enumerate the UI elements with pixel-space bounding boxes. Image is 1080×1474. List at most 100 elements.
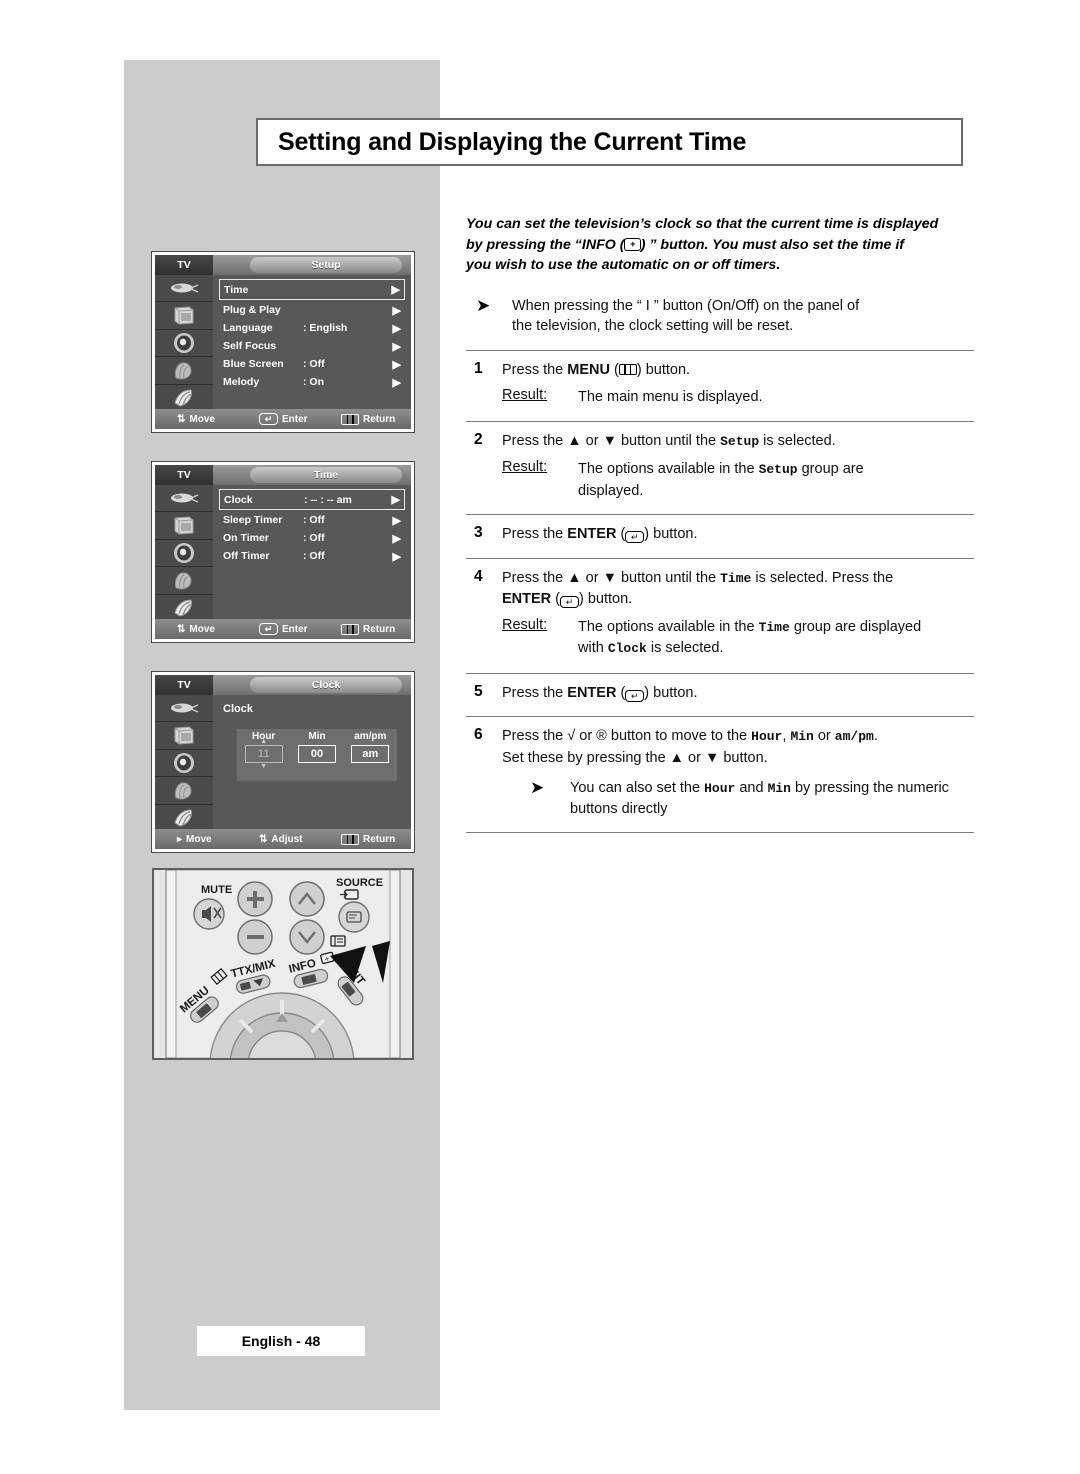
chevron-right-icon: ▶ [391,284,400,296]
osd-row-plug-and-play[interactable]: Plug & Play ▶ [219,301,405,319]
page-title-box: Setting and Displaying the Current Time [256,118,963,166]
enter-key-icon: ↵ [259,623,278,635]
osd-row-time[interactable]: Time ▶ [219,279,405,300]
picture-icon[interactable] [155,275,213,303]
osd-row-blue-screen[interactable]: Blue Screen : Off ▶ [219,355,405,373]
osd-row-label: Language [223,322,273,334]
osd-row-label: Off Timer [223,550,270,562]
clock-ampm-cell[interactable]: am [344,745,397,763]
footer-adjust-label: Adjust [271,833,303,845]
clock-setting-panel: Hour Min am/pm ▲ 11 ▼ 00 am [237,729,397,781]
osd-row-label: Time [224,283,249,296]
enter-key-icon: ↵ [259,413,278,425]
osd-clock-content: Clock Hour Min am/pm ▲ 11 ▼ 00 am [213,695,411,832]
pages-icon[interactable] [155,595,213,623]
footer-enter: ↵ Enter [259,623,341,635]
osd-row-sleep-timer[interactable]: Sleep Timer : Off ▶ [219,511,405,529]
osd-row-value: : Off [303,550,325,562]
hand-icon[interactable] [155,357,213,385]
osd-row-on-timer[interactable]: On Timer : Off ▶ [219,529,405,547]
result-text: The main menu is displayed. [578,389,763,405]
tv-box-icon[interactable] [155,512,213,540]
footer-return-label: Return [363,833,396,845]
speaker-icon[interactable] [155,750,213,778]
menu-key-icon [618,363,637,375]
osd-row-language[interactable]: Language : English ▶ [219,319,405,337]
hour-value[interactable]: 11 [244,745,283,763]
step-text: Press the ▲ or ▼ button until the Setup … [502,431,974,453]
pages-icon[interactable] [155,385,213,413]
footer-move-label: Move [189,623,215,635]
osd-clock-footer: ▸ Move ⇅ Adjust Return [155,829,411,849]
clock-hour-cell[interactable]: ▲ 11 ▼ [237,738,290,770]
pages-icon[interactable] [155,805,213,833]
enter-key-icon: ↵ [625,531,645,543]
tv-box-icon[interactable] [155,302,213,330]
intro-line-3: you wish to use the automatic on or off … [466,257,781,273]
step-6-note-text: You can also set the Hour and Min by pre… [570,778,949,819]
step-text-mid: ( [551,591,561,607]
osd-row-self-focus[interactable]: Self Focus ▶ [219,337,405,355]
osd-clock-topbar: TV Clock [155,675,411,695]
osd-time-topbar: TV Time [155,465,411,485]
step-number: 6 [474,726,483,743]
tv-box-icon[interactable] [155,722,213,750]
chevron-right-icon: ▶ [392,514,401,527]
footer-move: ⇅ Move [155,414,259,425]
osd-row-value: : English [303,322,348,334]
clock-min-cell[interactable]: 00 [290,745,343,763]
result-label: Result: [502,387,548,403]
osd-setup-tab: Setup [250,257,402,273]
step-text-mid: ( [616,684,626,701]
hour-down-arrow-icon[interactable]: ▼ [245,763,283,770]
reset-note-line-1: When pressing the “ I ” button (On/Off) … [512,297,860,314]
step-body: Press the √ or ® button to move to the H… [502,726,974,819]
hand-icon[interactable] [155,777,213,805]
speaker-icon[interactable] [155,540,213,568]
osd-row-label: Blue Screen [223,358,284,370]
note-code-hour: Hour [704,781,736,796]
speaker-icon[interactable] [155,330,213,358]
footer-return: Return [341,413,396,425]
picture-icon[interactable] [155,485,213,513]
osd-row-value: : Off [303,514,325,526]
step-text-post: is selected. [759,432,836,449]
step-body: Press the MENU () button. Result: The ma… [502,360,974,408]
min-value[interactable]: 00 [297,745,336,763]
arrow-bullet-icon: ➤ [476,295,491,315]
osd-time-footer: ⇅ Move ↵ Enter Return [155,619,411,639]
osd-time-menu: TV Time Clock : -- : -- am ▶ Sleep Timer… [151,461,415,643]
hour-up-arrow-icon[interactable]: ▲ [245,738,283,745]
chevron-right-icon: ▶ [392,550,401,563]
result-text-b: group are displayed [789,618,922,635]
footer-enter: ↵ Enter [259,413,341,425]
chevron-right-icon: ▶ [392,322,401,335]
osd-row-clock[interactable]: Clock : -- : -- am ▶ [219,489,405,510]
osd-row-off-timer[interactable]: Off Timer : Off ▶ [219,547,405,565]
step-body: Press the ▲ or ▼ button until the Time i… [502,568,974,660]
up-down-arrow-icon: ⇅ [259,833,268,845]
result-label: Result: [502,459,548,475]
step-menu-code: Time [720,570,752,586]
osd-clock-device-label: TV [155,675,213,695]
footer-return-label: Return [363,413,396,425]
osd-setup-rows: Time ▶ Plug & Play ▶ Language : English … [213,275,411,412]
osd-time-rows: Clock : -- : -- am ▶ Sleep Timer : Off ▶… [213,485,411,622]
step-text-pre: Press the [502,526,568,542]
step-text: Press the ▲ or ▼ button until the Time i… [502,568,974,610]
picture-icon[interactable] [155,695,213,723]
step-text: Press the √ or ® button to move to the H… [502,726,974,768]
result-menu-code: Setup [758,462,798,477]
step-3: 3 Press the ENTER (↵) button. [466,515,974,549]
step-number: 2 [474,430,483,448]
step-key-name: ENTER [567,526,617,542]
step-text-post: ) button. [644,684,698,701]
remote-control-illustration: MUTE SOURCE TTX/MIX MENU INFO + [152,868,414,1060]
step-text-pre: Press the ▲ or ▼ button until the [502,432,721,449]
hand-icon[interactable] [155,567,213,595]
result-text: The options available in the Setup group… [578,459,974,501]
intro-line-2b: ) ” button. You must also set the time i… [640,236,904,253]
osd-row-melody[interactable]: Melody : On ▶ [219,373,405,391]
osd-row-label: Plug & Play [223,304,281,316]
ampm-value[interactable]: am [351,745,390,763]
